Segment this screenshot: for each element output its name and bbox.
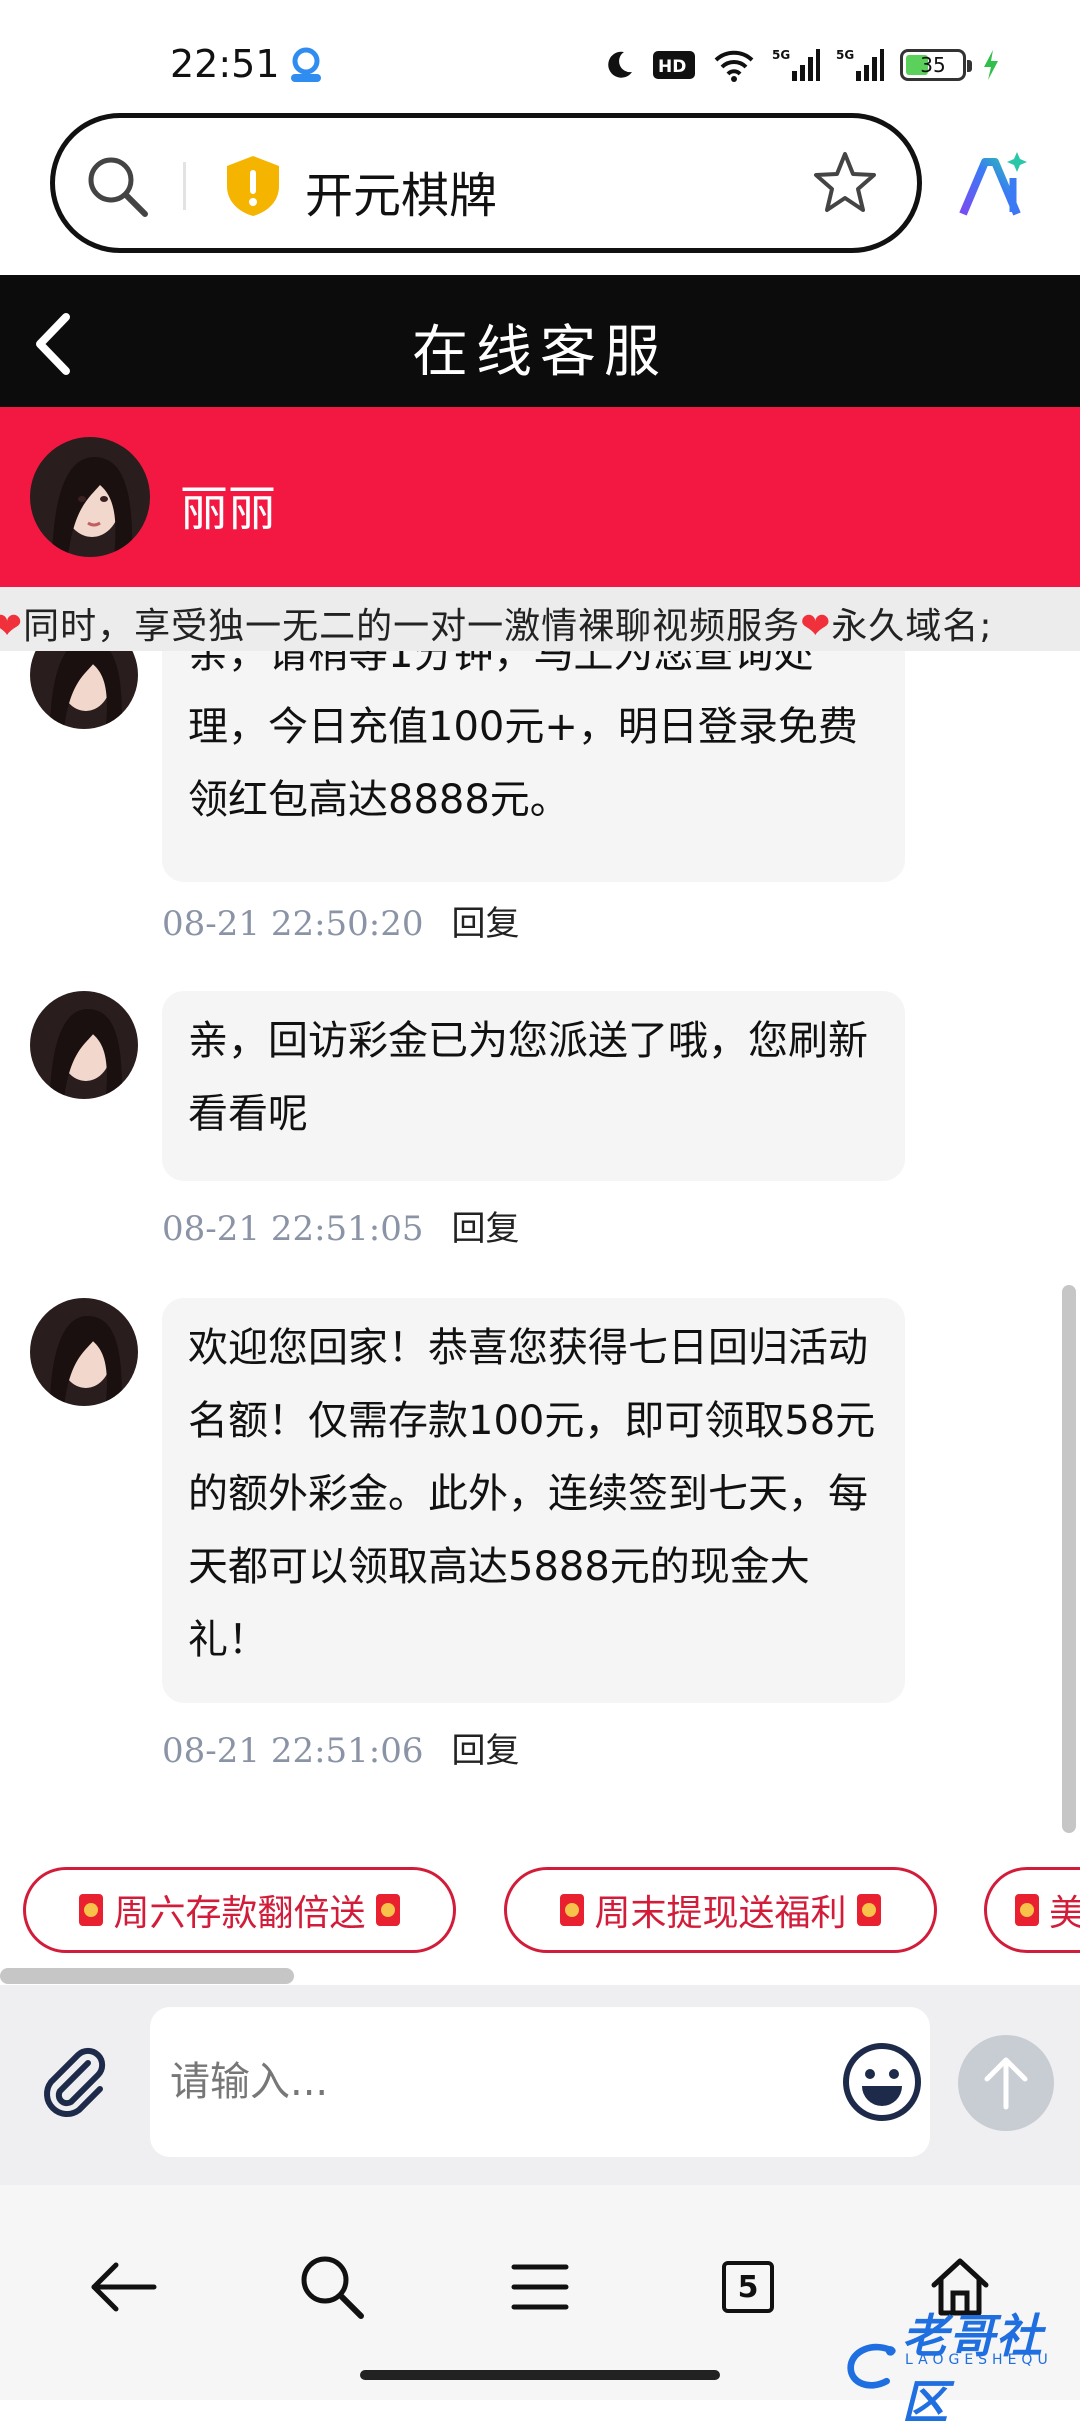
red-packet-icon <box>375 1894 400 1926</box>
chat-message-list[interactable]: 亲，请稍等1分钟，马上为您查询处理，今日充值100元+，明日登录免费领红包高达8… <box>0 651 1080 1833</box>
wifi-icon <box>714 50 754 82</box>
nav-tabs-button[interactable]: 5 <box>698 2237 798 2337</box>
emoji-icon[interactable] <box>840 2040 924 2124</box>
marquee-text-tail: 永久域名; <box>831 606 993 647</box>
svg-text:5G: 5G <box>772 48 790 62</box>
address-bar[interactable]: 开元棋牌 <box>50 113 922 253</box>
ai-assistant-icon[interactable] <box>955 148 1031 224</box>
status-icons: HD 5G 5G 35 <box>602 40 1000 90</box>
nav-menu-button[interactable] <box>490 2237 590 2337</box>
red-packet-icon <box>856 1894 881 1926</box>
agent-avatar[interactable] <box>30 437 150 557</box>
message-avatar <box>30 991 138 1099</box>
charging-icon <box>984 50 998 80</box>
quick-tag[interactable]: 周六存款翻倍送 <box>23 1867 456 1953</box>
home-indicator[interactable] <box>360 2370 720 2380</box>
message-timestamp: 08-21 22:51:06 <box>162 1731 424 1771</box>
hd-icon: HD <box>653 51 695 79</box>
quick-tags: 周六存款翻倍送 周末提现送福利 美 <box>0 1833 1080 1973</box>
message-meta: 08-21 22:50:20 回复 <box>162 896 520 945</box>
reply-link[interactable]: 回复 <box>452 1209 520 1249</box>
status-time: 22:51 <box>170 42 280 86</box>
quick-tag-label: 美 <box>1049 1893 1080 1934</box>
svg-text:HD: HD <box>658 57 686 77</box>
search-icon <box>301 2256 364 2319</box>
watermark-logo: 老哥社区 LAOGESHEQU <box>845 2300 1080 2432</box>
arrow-up-icon <box>984 2057 1028 2110</box>
agent-name: 丽丽 <box>180 481 277 537</box>
chat-header: 在线客服 <box>0 275 1080 407</box>
signal-5g-icon-2: 5G <box>836 48 884 81</box>
message-bubble: 欢迎您回家！恭喜您获得七日回归活动名额！仅需存款100元，即可领取58元的额外彩… <box>162 1298 905 1703</box>
input-bar <box>0 1985 1080 2185</box>
message-avatar <box>30 1298 138 1406</box>
message-input[interactable] <box>150 2007 930 2157</box>
attachment-icon[interactable] <box>36 2043 116 2123</box>
message-meta: 08-21 22:51:05 回复 <box>162 1201 520 1250</box>
red-packet-icon <box>1015 1894 1039 1926</box>
header-title: 在线客服 <box>412 320 668 385</box>
reply-link[interactable]: 回复 <box>452 1731 520 1771</box>
reply-link[interactable]: 回复 <box>452 904 520 944</box>
message-avatar <box>30 651 138 729</box>
message-meta: 08-21 22:51:06 回复 <box>162 1723 520 1772</box>
quick-tag[interactable]: 美 <box>984 1867 1080 1953</box>
agent-bar: 丽丽 <box>0 407 1080 587</box>
tabs-count: 5 <box>722 2261 774 2313</box>
message-bubble: 亲，回访彩金已为您派送了哦，您刷新看看呢 <box>162 991 905 1181</box>
announcement-marquee: ❤同时，享受独一无二的一对一激情裸聊视频服务❤永久域名; <box>0 587 1080 651</box>
heart-icon: ❤ <box>800 606 832 647</box>
message-bubble: 亲，请稍等1分钟，马上为您查询处理，今日充值100元+，明日登录免费领红包高达8… <box>162 651 905 882</box>
red-packet-icon <box>79 1894 104 1926</box>
send-button[interactable] <box>958 2035 1054 2131</box>
red-packet-icon <box>560 1894 585 1926</box>
heart-icon: ❤ <box>0 606 24 647</box>
security-warning-icon[interactable] <box>223 154 283 218</box>
tags-scrollbar[interactable] <box>0 1968 294 1984</box>
nav-search-button[interactable] <box>282 2237 382 2337</box>
nav-back-button[interactable] <box>73 2237 173 2337</box>
svg-text:5G: 5G <box>836 48 854 62</box>
message-timestamp: 08-21 22:50:20 <box>162 904 424 944</box>
address-divider <box>183 162 186 210</box>
moon-icon <box>608 51 632 78</box>
chat-scrollbar[interactable] <box>1062 1285 1076 1833</box>
page-title[interactable]: 开元棋牌 <box>305 156 497 226</box>
back-arrow-icon <box>91 2262 157 2312</box>
menu-icon <box>511 2264 569 2310</box>
watermark-subtext: LAOGESHEQU <box>905 2352 1053 2368</box>
status-bar: 22:51 HD 5G 5G 35 <box>0 0 1080 110</box>
app-notification-icon <box>291 47 321 82</box>
battery-icon: 35 <box>900 49 972 81</box>
bookmark-star-icon[interactable] <box>810 148 880 218</box>
battery-level: 35 <box>920 53 946 77</box>
dragon-logo-icon <box>847 2343 896 2389</box>
message-timestamp: 08-21 22:51:05 <box>162 1209 424 1249</box>
quick-tag[interactable]: 周末提现送福利 <box>504 1867 937 1953</box>
signal-5g-icon: 5G <box>772 48 820 81</box>
marquee-text: 同时，享受独一无二的一对一激情裸聊视频服务 <box>23 606 801 647</box>
quick-tag-label: 周六存款翻倍送 <box>113 1893 366 1934</box>
quick-tag-label: 周末提现送福利 <box>594 1893 847 1934</box>
search-icon[interactable] <box>83 152 153 222</box>
